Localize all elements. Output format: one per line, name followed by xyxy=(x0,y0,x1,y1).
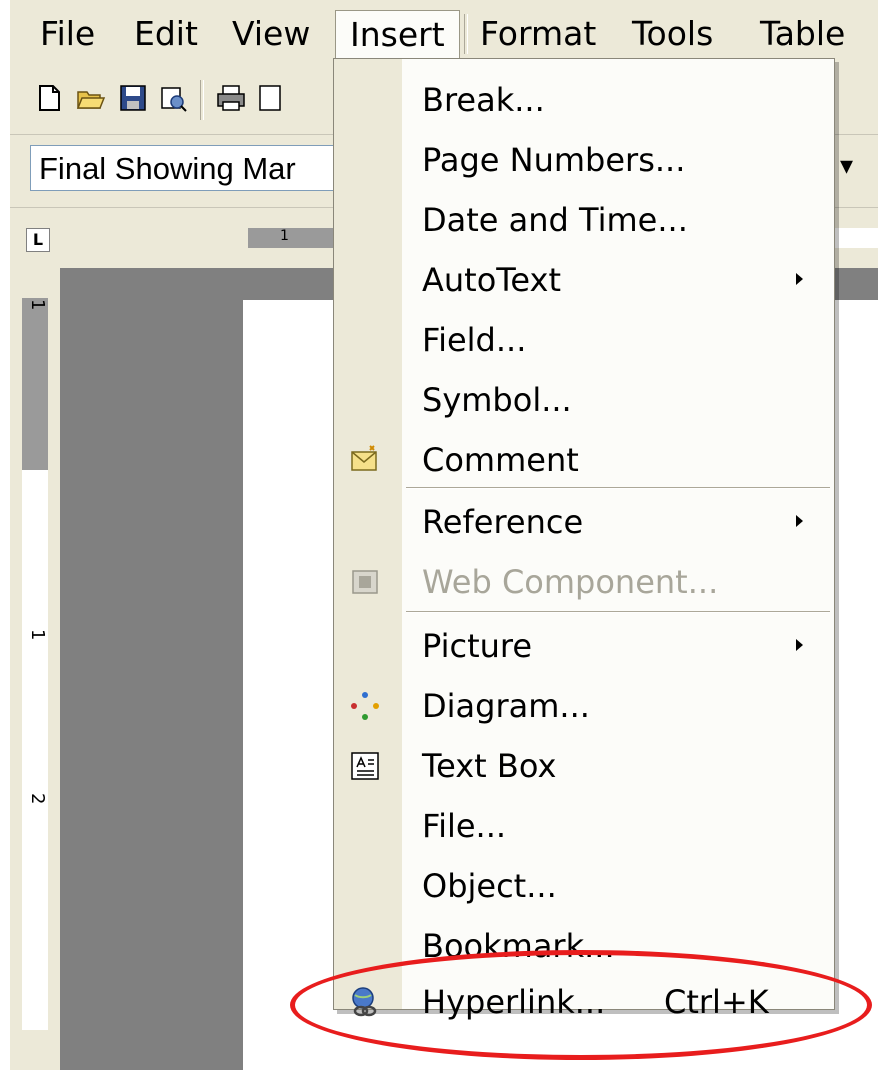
menu-item-diagram[interactable]: Diagram... xyxy=(334,675,834,737)
menu-item-object[interactable]: Object... xyxy=(334,855,834,917)
web-component-icon xyxy=(352,570,378,594)
toolbar-separator xyxy=(200,80,204,120)
open-folder-icon[interactable] xyxy=(76,83,106,113)
menu-item-label: AutoText xyxy=(422,261,562,299)
submenu-arrow-icon xyxy=(796,273,803,285)
submenu-arrow-icon xyxy=(796,515,803,527)
menu-item-label: Field... xyxy=(422,321,527,359)
menu-table[interactable]: Table xyxy=(760,10,845,58)
highlight-ellipse xyxy=(290,950,872,1060)
menu-view[interactable]: View xyxy=(232,10,310,58)
menu-item-label: Break... xyxy=(422,81,545,119)
menu-item-label: Date and Time... xyxy=(422,201,688,239)
menu-separator xyxy=(464,14,468,54)
image-border xyxy=(0,0,10,1070)
menu-item-label: Picture xyxy=(422,627,533,665)
menu-item-comment[interactable]: Comment xyxy=(334,429,834,491)
menu-item-label: Web Component... xyxy=(422,563,719,601)
menu-item-page-numbers[interactable]: Page Numbers... xyxy=(334,129,834,191)
menu-item-reference[interactable]: Reference xyxy=(334,491,834,553)
print-icon[interactable] xyxy=(216,83,246,113)
display-for-review-dropdown[interactable]: Final Showing Mar xyxy=(30,145,370,191)
menu-separator xyxy=(406,487,830,489)
menu-item-field[interactable]: Field... xyxy=(334,309,834,371)
menu-item-label: Symbol... xyxy=(422,381,572,419)
ruler-number: 2 xyxy=(27,793,48,805)
menu-item-autotext[interactable]: AutoText xyxy=(334,249,834,311)
ruler-margin xyxy=(22,298,48,470)
ruler-number: 1 xyxy=(27,629,48,641)
menu-item-symbol[interactable]: Symbol... xyxy=(334,369,834,431)
diagram-icon xyxy=(351,692,379,720)
ruler-number: 1 xyxy=(27,299,48,311)
tab-selector-button[interactable]: L xyxy=(26,228,50,252)
ruler-text-area xyxy=(830,228,878,248)
word-window: File Edit View Insert Format Tools Table xyxy=(0,0,878,1070)
menu-item-label: Page Numbers... xyxy=(422,141,686,179)
print-preview-icon[interactable] xyxy=(256,83,286,113)
menu-item-label: Comment xyxy=(422,441,579,479)
menu-item-break[interactable]: Break... xyxy=(334,69,834,131)
menu-item-date-and-time[interactable]: Date and Time... xyxy=(334,189,834,251)
menu-item-label: Reference xyxy=(422,503,584,541)
submenu-arrow-icon xyxy=(796,639,803,651)
save-icon[interactable] xyxy=(118,83,148,113)
menu-format[interactable]: Format xyxy=(480,10,596,58)
comment-icon xyxy=(351,445,377,471)
vertical-ruler[interactable]: 1 1 2 xyxy=(10,268,60,1070)
menu-item-label: Text Box xyxy=(422,747,557,785)
permission-icon[interactable] xyxy=(158,83,188,113)
menu-item-web-component: Web Component... xyxy=(334,551,834,613)
menu-item-label: Object... xyxy=(422,867,557,905)
menu-item-label: File... xyxy=(422,807,507,845)
menu-item-text-box[interactable]: Text Box xyxy=(334,735,834,797)
menu-item-picture[interactable]: Picture xyxy=(334,615,834,677)
ruler-text-area xyxy=(22,470,48,1030)
menu-item-file[interactable]: File... xyxy=(334,795,834,857)
chevron-down-icon[interactable]: ▾ xyxy=(840,151,853,181)
new-document-icon[interactable] xyxy=(34,83,64,113)
insert-menu: Break... Page Numbers... Date and Time..… xyxy=(333,58,835,1021)
menu-item-label: Diagram... xyxy=(422,687,590,725)
menu-separator xyxy=(406,611,830,613)
ruler-number: 1 xyxy=(280,228,289,244)
text-box-icon xyxy=(351,752,379,780)
menu-tools[interactable]: Tools xyxy=(632,10,713,58)
menu-file[interactable]: File xyxy=(40,10,95,58)
menu-edit[interactable]: Edit xyxy=(134,10,198,58)
menu-bar: File Edit View Insert Format Tools Table xyxy=(10,0,878,67)
